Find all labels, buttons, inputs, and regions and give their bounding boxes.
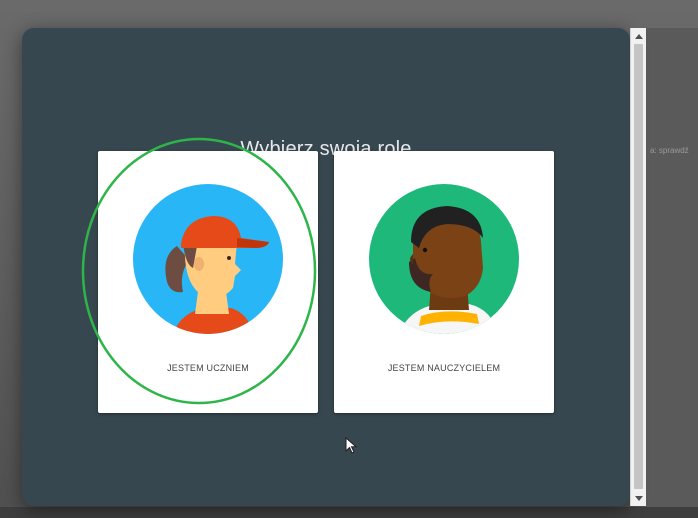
student-role-card[interactable]: JESTEM UCZNIEM	[98, 151, 318, 413]
chevron-down-icon[interactable]	[631, 491, 646, 506]
student-role-label: JESTEM UCZNIEM	[167, 363, 249, 373]
teacher-avatar-icon	[369, 184, 519, 334]
scrollbar-thumb[interactable]	[634, 44, 643, 489]
teacher-role-card[interactable]: JESTEM NAUCZYCIELEM	[334, 151, 554, 413]
chevron-up-icon[interactable]	[631, 28, 646, 43]
role-dialog: Wybierz swoją rolę JESTEM UCZNIEM JESTEM…	[22, 28, 630, 506]
vertical-scrollbar[interactable]	[630, 28, 646, 506]
background-page	[645, 28, 698, 518]
bottom-strip	[0, 507, 698, 518]
background-page-text: a: sprawdź	[650, 146, 689, 155]
teacher-role-label: JESTEM NAUCZYCIELEM	[387, 363, 501, 373]
student-avatar-icon	[133, 184, 283, 334]
